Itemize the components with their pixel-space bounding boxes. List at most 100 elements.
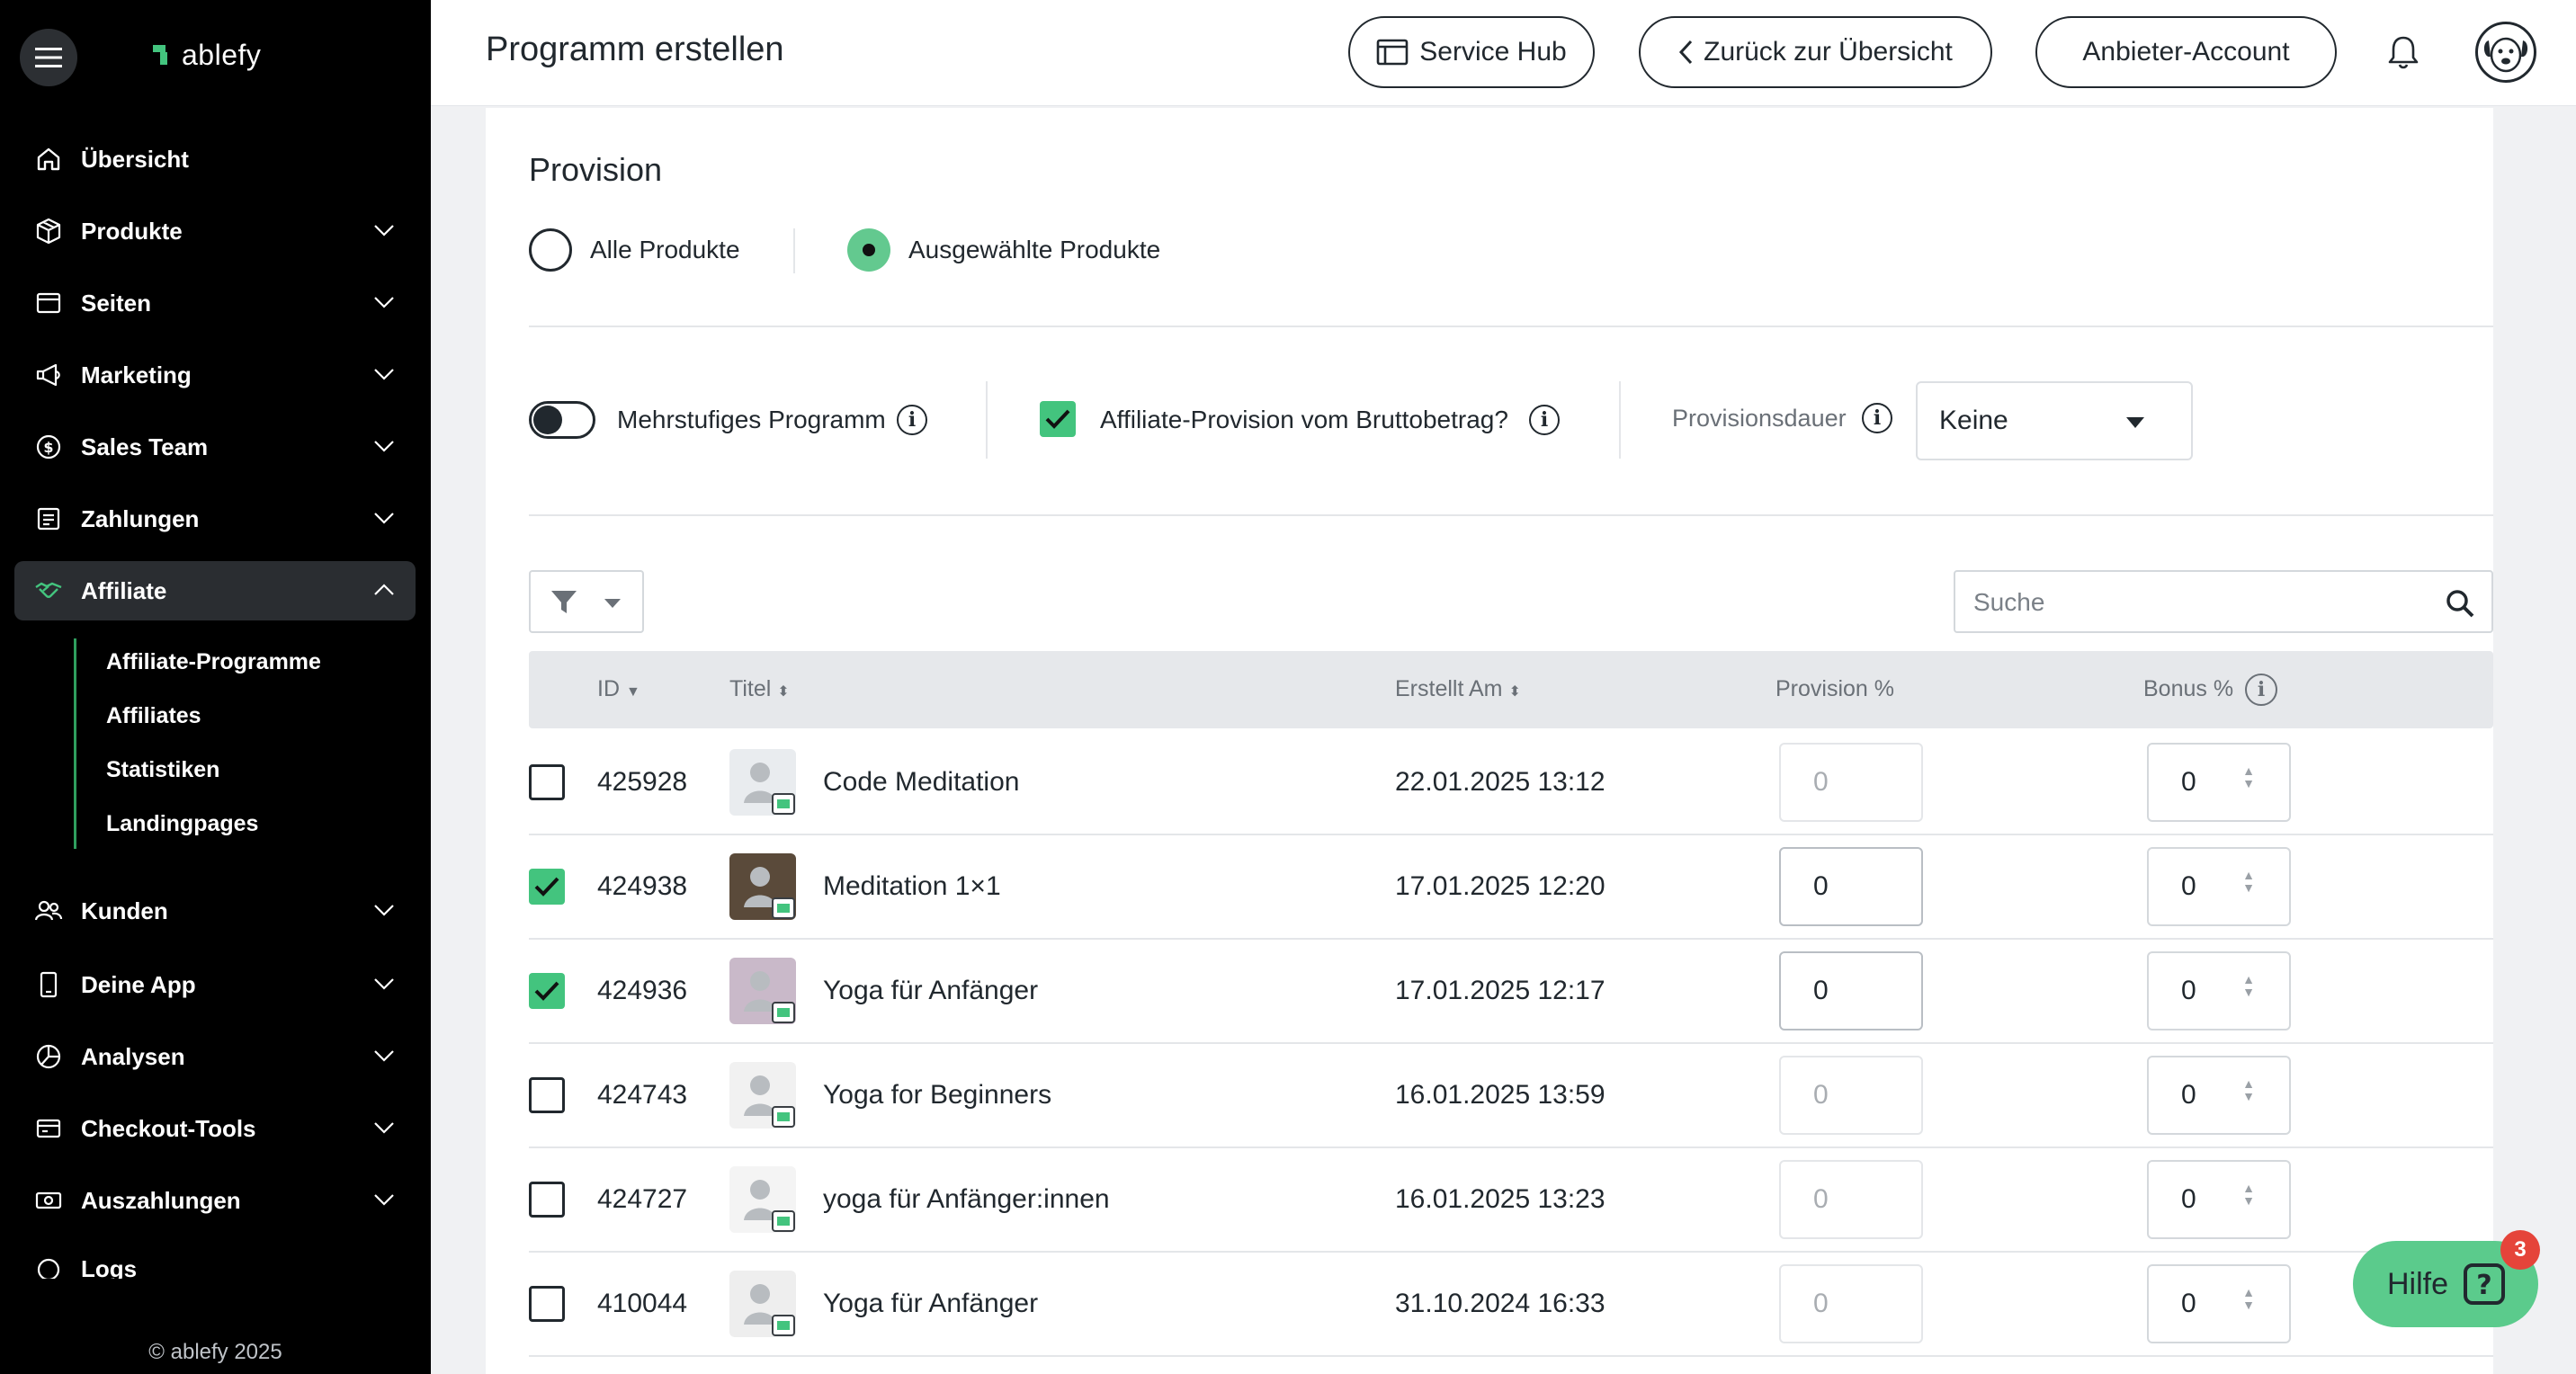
stepper-arrows-icon[interactable]: ▲ ▼ [2242, 764, 2255, 790]
bonus-stepper[interactable]: 0 ▲ ▼ [2147, 951, 2291, 1030]
row-created: 16.01.2025 13:59 [1395, 1080, 1606, 1110]
menu-button[interactable] [20, 29, 77, 86]
col-title-label: Titel [729, 676, 772, 701]
service-hub-button[interactable]: Service Hub [1348, 16, 1595, 88]
brand-name: ablefy [182, 38, 262, 71]
sidebar-item-sales-team[interactable]: $ Sales Team [14, 417, 416, 477]
bonus-stepper[interactable]: 0 ▲ ▼ [2147, 743, 2291, 822]
row-title[interactable]: Meditation 1×1 [823, 871, 1001, 902]
sidebar-subitem-affiliate-programs[interactable]: Affiliate-Programme [106, 649, 321, 675]
sidebar-subitem-statistics[interactable]: Statistiken [106, 757, 219, 783]
sidebar-item-checkout-tools[interactable]: Checkout-Tools [14, 1099, 416, 1158]
sidebar-item-customers[interactable]: Kunden [14, 881, 416, 941]
row-checkbox[interactable] [529, 869, 565, 905]
divider [986, 381, 988, 459]
stepper-arrows-icon[interactable]: ▲ ▼ [2242, 1182, 2255, 1207]
sidebar-item-payouts[interactable]: Auszahlungen [14, 1171, 416, 1230]
pie-icon [36, 1044, 61, 1069]
col-title[interactable]: Titel ⬍ [729, 676, 790, 702]
hamburger-icon [35, 48, 62, 67]
sidebar-subitem-affiliates[interactable]: Affiliates [106, 703, 201, 729]
product-image-icon [744, 1180, 795, 1232]
caret-down-icon [2126, 417, 2144, 428]
divider [793, 228, 795, 273]
sidebar-item-label: Affiliate [81, 576, 167, 604]
col-created[interactable]: Erstellt Am ⬍ [1395, 676, 1521, 702]
sidebar-item-logs[interactable]: Logs [14, 1243, 416, 1279]
bonus-value: 0 [2181, 871, 2196, 901]
brand-logo[interactable]: ablefy [153, 34, 261, 76]
row-checkbox[interactable] [529, 1182, 565, 1218]
info-icon[interactable]: i [897, 405, 927, 435]
avatar[interactable] [2475, 22, 2536, 83]
row-title[interactable]: Yoga für Anfänger [823, 976, 1038, 1006]
row-divider [529, 1251, 2493, 1253]
filter-button[interactable] [529, 570, 644, 633]
provision-input[interactable]: 0 [1779, 1160, 1923, 1239]
logo-mark-icon [153, 45, 167, 65]
sidebar-item-label: Deine App [81, 970, 196, 998]
row-title[interactable]: Yoga for Beginners [823, 1080, 1051, 1111]
provider-account-button[interactable]: Anbieter-Account [2035, 16, 2337, 88]
chevron-down-icon [374, 1050, 394, 1062]
chevron-down-icon [374, 513, 394, 524]
bell-icon[interactable] [2387, 34, 2419, 70]
row-checkbox[interactable] [529, 1286, 565, 1322]
sidebar-item-products[interactable]: Produkte [14, 201, 416, 261]
bonus-stepper[interactable]: 0 ▲ ▼ [2147, 1056, 2291, 1135]
info-icon[interactable]: i [1862, 403, 1892, 433]
provision-input[interactable]: 0 [1779, 951, 1923, 1030]
row-checkbox[interactable] [529, 973, 565, 1009]
sidebar-item-analytics[interactable]: Analysen [14, 1027, 416, 1086]
stepper-arrows-icon[interactable]: ▲ ▼ [2242, 1286, 2255, 1311]
info-icon[interactable]: i [2245, 674, 2277, 706]
sidebar-item-label: Logs [81, 1255, 138, 1279]
back-to-overview-button[interactable]: Zurück zur Übersicht [1639, 16, 1992, 88]
search-input[interactable]: Suche [1954, 570, 2493, 633]
col-id[interactable]: ID ▼ [597, 676, 640, 702]
provision-input[interactable]: 0 [1779, 847, 1923, 926]
stepper-arrows-icon[interactable]: ▲ ▼ [2242, 1077, 2255, 1102]
sidebar-item-affiliate[interactable]: Affiliate [14, 561, 416, 620]
provision-input[interactable]: 0 [1779, 1056, 1923, 1135]
checkmark-icon [534, 981, 559, 1001]
sidebar-item-payments[interactable]: Zahlungen [14, 489, 416, 549]
provision-input[interactable]: 0 [1779, 743, 1923, 822]
chevron-down-icon [374, 1122, 394, 1134]
provision-input[interactable]: 0 [1779, 1264, 1923, 1343]
radio-selected-products[interactable] [847, 228, 890, 272]
sidebar-item-pages[interactable]: Seiten [14, 273, 416, 333]
row-title[interactable]: yoga für Anfänger:innen [823, 1184, 1110, 1215]
row-id: 424936 [597, 976, 688, 1005]
radio-all-products[interactable] [529, 228, 572, 272]
sidebar-subitem-landingpages[interactable]: Landingpages [106, 811, 258, 837]
row-created: 17.01.2025 12:20 [1395, 871, 1606, 901]
multi-level-toggle[interactable] [529, 401, 595, 439]
sidebar-item-overview[interactable]: Übersicht [14, 129, 416, 189]
row-divider [529, 834, 2493, 835]
row-checkbox[interactable] [529, 764, 565, 800]
row-checkbox[interactable] [529, 1077, 565, 1113]
bonus-stepper[interactable]: 0 ▲ ▼ [2147, 1264, 2291, 1343]
duration-select[interactable]: Keine [1916, 381, 2193, 460]
gross-checkbox[interactable] [1040, 401, 1076, 437]
sidebar-item-label: Auszahlungen [81, 1186, 241, 1214]
row-title[interactable]: Code Meditation [823, 767, 1019, 798]
bonus-stepper[interactable]: 0 ▲ ▼ [2147, 1160, 2291, 1239]
receipt-icon [37, 507, 60, 531]
chevron-down-icon [374, 1194, 394, 1206]
funnel-icon [551, 591, 577, 613]
bonus-value: 0 [2181, 1184, 2196, 1214]
section-title: Provision [529, 151, 663, 188]
radio-all-label: Alle Produkte [590, 236, 740, 263]
row-title[interactable]: Yoga für Anfänger [823, 1289, 1038, 1319]
stepper-arrows-icon[interactable]: ▲ ▼ [2242, 973, 2255, 998]
info-icon[interactable]: i [1529, 405, 1560, 435]
sort-down-icon: ▼ [625, 684, 640, 700]
row-divider [529, 1355, 2493, 1357]
stepper-arrows-icon[interactable]: ▲ ▼ [2242, 869, 2255, 894]
bonus-stepper[interactable]: 0 ▲ ▼ [2147, 847, 2291, 926]
copyright: © ablefy 2025 [148, 1340, 282, 1364]
sidebar-item-marketing[interactable]: Marketing [14, 345, 416, 405]
sidebar-item-app[interactable]: Deine App [14, 955, 416, 1014]
